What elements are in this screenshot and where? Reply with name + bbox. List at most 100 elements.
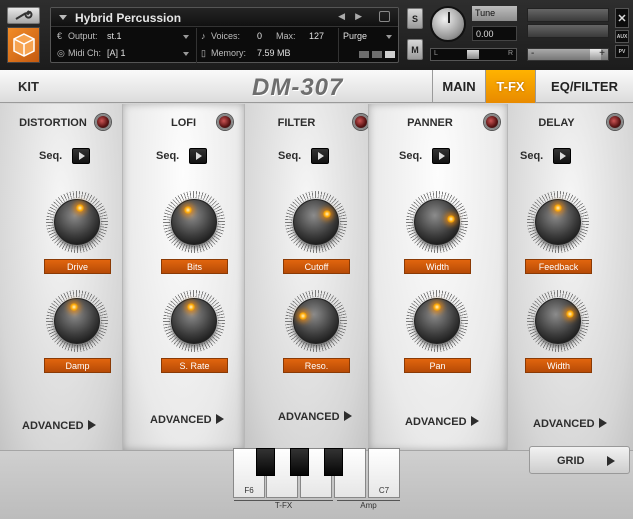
output-label: Output: <box>68 31 98 41</box>
param-label: S. Rate <box>161 358 228 373</box>
memory-label: Memory: <box>211 48 247 58</box>
voices-value: 0 <box>257 31 263 41</box>
instrument-logo-icon <box>7 27 40 63</box>
output-select[interactable]: st.1 <box>107 31 122 41</box>
tab-t-fx[interactable]: T-FX <box>485 70 535 103</box>
advanced-button[interactable]: ADVANCED <box>150 414 224 426</box>
keyboard-range: F6 C7 <box>232 448 402 500</box>
purge-dropdown-icon[interactable] <box>386 35 392 39</box>
param-label: Damp <box>44 358 111 373</box>
mute-button[interactable]: M <box>407 39 423 60</box>
wrench-icon[interactable] <box>7 7 40 24</box>
param-label: Pan <box>404 358 471 373</box>
max-label: Max: <box>276 31 296 41</box>
volume-plus-label: + <box>599 48 605 59</box>
key-black[interactable] <box>290 448 309 476</box>
instrument-title: Hybrid Percussion <box>75 11 182 25</box>
seq-play-button[interactable] <box>189 148 207 164</box>
knob-indicator-icon <box>446 214 455 223</box>
close-icon <box>618 14 626 22</box>
aux-button[interactable]: AUX <box>615 30 629 43</box>
tune-value[interactable]: 0.00 <box>472 26 517 41</box>
range-label-amp: Amp <box>337 500 400 510</box>
product-logo: DM-307 <box>252 74 344 101</box>
key-c7[interactable]: C7 <box>368 448 400 498</box>
divider <box>338 28 339 63</box>
power-led-icon[interactable] <box>217 114 233 130</box>
param-label: Bits <box>161 259 228 274</box>
param-label: Feedback <box>525 259 592 274</box>
power-led-icon[interactable] <box>95 114 111 130</box>
midi-dropdown-icon[interactable] <box>183 52 189 56</box>
tab-eq-filter[interactable]: EQ/FILTER <box>535 70 633 103</box>
preset-arrows-icon[interactable]: ◀▶ <box>338 11 372 22</box>
max-voices-value[interactable]: 127 <box>309 31 324 41</box>
module-title: DELAY <box>538 117 575 129</box>
advanced-button[interactable]: ADVANCED <box>533 418 607 430</box>
power-led-icon[interactable] <box>607 114 623 130</box>
knob-indicator-icon <box>299 311 308 320</box>
seq-play-button[interactable] <box>311 148 329 164</box>
voices-icon: ♪ <box>201 31 206 41</box>
seq-label: Seq. <box>156 150 180 162</box>
seq-play-button[interactable] <box>553 148 571 164</box>
key-black[interactable] <box>324 448 343 476</box>
pv-button[interactable]: PV <box>615 45 629 58</box>
purge-button[interactable]: Purge <box>343 31 367 41</box>
volume-slider[interactable]: - + <box>527 48 609 61</box>
key-black[interactable] <box>256 448 275 476</box>
instrument-info-panel: Hybrid Percussion ◀▶ € Output: st.1 ◎ Mi… <box>50 7 399 63</box>
divider <box>196 28 197 63</box>
fx-module-lofi <box>122 104 245 450</box>
seq-label: Seq. <box>399 150 423 162</box>
pan-left-label: L <box>434 50 438 57</box>
seq-play-button[interactable] <box>432 148 450 164</box>
tune-knob[interactable] <box>430 6 466 42</box>
seq-play-button[interactable] <box>72 148 90 164</box>
memory-value: 7.59 MB <box>257 48 291 58</box>
kit-button[interactable]: KIT <box>18 79 39 94</box>
range-label-tfx: T-FX <box>234 500 333 510</box>
advanced-button[interactable]: ADVANCED <box>278 411 352 423</box>
pan-thumb[interactable] <box>467 50 479 59</box>
seq-label: Seq. <box>278 150 302 162</box>
fx-module-filter <box>245 104 368 450</box>
module-title: PANNER <box>407 117 453 129</box>
reso-knob[interactable] <box>293 298 339 344</box>
param-label: Drive <box>44 259 111 274</box>
close-instrument-button[interactable] <box>615 8 629 28</box>
output-dropdown-icon[interactable] <box>183 35 189 39</box>
knob-indicator-icon <box>554 204 562 212</box>
midi-label: Midi Ch: <box>68 48 102 58</box>
param-label: Width <box>404 259 471 274</box>
tune-label: Tune <box>472 6 517 21</box>
midi-channel-select[interactable]: [A] 1 <box>107 48 126 58</box>
volume-minus-label: - <box>531 48 535 59</box>
knob-indicator-icon <box>566 309 575 318</box>
pan-right-label: R <box>507 50 513 57</box>
cutoff-knob[interactable] <box>293 199 339 245</box>
solo-button[interactable]: S <box>407 8 423 29</box>
level-meter-left <box>527 8 609 22</box>
param-label: Reso. <box>283 358 350 373</box>
tab-main[interactable]: MAIN <box>432 70 485 103</box>
knob-indicator-icon <box>433 303 441 311</box>
bits-knob[interactable] <box>171 199 217 245</box>
width-knob[interactable] <box>535 298 581 344</box>
memory-icon: ▯ <box>201 48 206 58</box>
seq-label: Seq. <box>39 150 63 162</box>
output-icon: € <box>57 31 63 41</box>
module-title: FILTER <box>277 117 316 129</box>
collapse-icon[interactable] <box>59 15 67 20</box>
voices-label: Voices: <box>211 31 241 41</box>
level-meter-right <box>527 24 609 38</box>
instrument-header: Hybrid Percussion ◀▶ € Output: st.1 ◎ Mi… <box>0 0 633 70</box>
advanced-button[interactable]: ADVANCED <box>22 420 96 432</box>
knob-indicator-icon <box>183 205 192 214</box>
purge-indicator <box>359 51 395 58</box>
param-label: Cutoff <box>283 259 350 274</box>
grid-button[interactable]: GRID <box>529 446 630 474</box>
camera-icon[interactable] <box>379 11 390 22</box>
advanced-button[interactable]: ADVANCED <box>405 416 479 428</box>
pan-slider[interactable]: L R <box>430 48 517 61</box>
